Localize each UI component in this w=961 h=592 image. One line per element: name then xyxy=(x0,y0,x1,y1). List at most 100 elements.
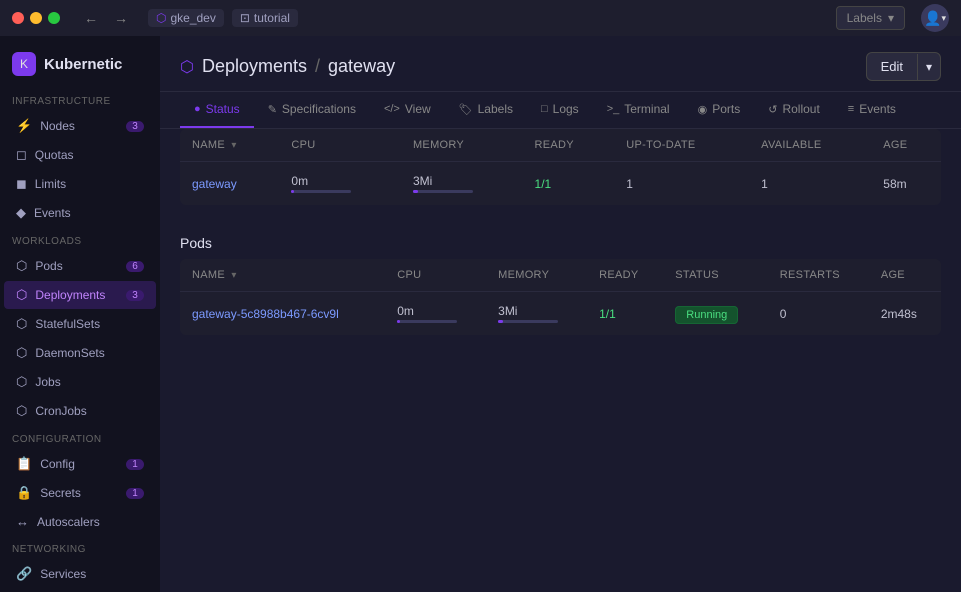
sidebar-item-services[interactable]: 🔗 Services xyxy=(4,560,156,588)
deployment-name-link[interactable]: gateway xyxy=(192,177,237,191)
tab-specifications[interactable]: ✎ Specifications xyxy=(254,92,370,128)
tab-rollout[interactable]: ↺ Rollout xyxy=(754,92,834,128)
col-available: AVAILABLE xyxy=(749,129,871,162)
labels-dropdown[interactable]: Labels ▾ xyxy=(836,6,905,30)
deployments-table-header: NAME ▾ CPU MEMORY READY UP-TO-DATE AVAIL… xyxy=(180,129,941,162)
deployment-name-cell: gateway xyxy=(180,162,279,206)
edit-dropdown-button[interactable]: ▾ xyxy=(917,54,940,80)
sidebar-item-events[interactable]: ◆ Events xyxy=(4,199,156,227)
secrets-icon: 🔒 xyxy=(16,485,32,501)
pod-table-row: gateway-5c8988b467-6cv9l 0m xyxy=(180,292,941,336)
labels-tab-icon: 🏷 xyxy=(459,103,473,116)
maximize-button[interactable] xyxy=(48,12,60,24)
pod-restarts-cell: 0 xyxy=(768,292,869,336)
pod-col-cpu: CPU xyxy=(385,259,486,292)
config-icon: 📋 xyxy=(16,456,32,472)
tab-view[interactable]: </> View xyxy=(370,92,445,128)
brand-icon: K xyxy=(12,52,36,76)
limits-icon: ◼ xyxy=(16,176,27,192)
config-badge: 1 xyxy=(126,459,144,470)
tab-status-label: Status xyxy=(206,102,240,116)
dropdown-arrow-icon: ▾ xyxy=(888,11,894,25)
deployment-uptd-cell: 1 xyxy=(614,162,749,206)
tab-status[interactable]: ● Status xyxy=(180,92,254,128)
breadcrumb-current: gateway xyxy=(328,56,395,77)
config-label: Config xyxy=(40,457,118,471)
limits-label: Limits xyxy=(35,177,144,191)
events-infra-label: Events xyxy=(34,206,144,220)
pod-memory-value: 3Mi xyxy=(498,304,575,318)
pod-memory-bar-fill xyxy=(498,320,503,323)
pod-col-age: AGE xyxy=(869,259,941,292)
breadcrumb: ⬡ Deployments / gateway xyxy=(180,56,395,77)
user-icon: 👤 xyxy=(924,10,941,27)
statefulsets-icon: ⬡ xyxy=(16,316,27,332)
close-button[interactable] xyxy=(12,12,24,24)
sidebar-item-cronjobs[interactable]: ⬡ CronJobs xyxy=(4,397,156,425)
tab-events-label: Events xyxy=(859,102,896,116)
tab-events[interactable]: ≡ Events xyxy=(834,92,910,128)
deployments-badge: 3 xyxy=(126,290,144,301)
user-dropdown-icon: ▾ xyxy=(941,13,946,24)
deployment-avail-cell: 1 xyxy=(749,162,871,206)
sidebar-item-deployments[interactable]: ⬡ Deployments 3 xyxy=(4,281,156,309)
sidebar-item-secrets[interactable]: 🔒 Secrets 1 xyxy=(4,479,156,507)
tab-ports[interactable]: ◉ Ports xyxy=(684,92,755,128)
gke-context-badge[interactable]: ⬡ gke_dev xyxy=(148,9,224,27)
status-badge: Running xyxy=(675,306,738,324)
edit-button[interactable]: Edit xyxy=(867,53,917,80)
daemonsets-label: DaemonSets xyxy=(35,346,144,360)
terminal-tab-icon: >_ xyxy=(607,103,620,115)
status-tab-icon: ● xyxy=(194,103,201,115)
section-infrastructure-label: Infrastructure xyxy=(0,88,160,111)
back-button[interactable]: ← xyxy=(80,8,102,28)
sidebar-item-statefulsets[interactable]: ⬡ StatefulSets xyxy=(4,310,156,338)
titlebar: ← → ⬡ gke_dev ⊡ tutorial Labels ▾ 👤 ▾ xyxy=(0,0,961,36)
ready-value: 1/1 xyxy=(535,177,552,191)
gke-icon: ⬡ xyxy=(156,11,166,25)
col-memory: MEMORY xyxy=(401,129,523,162)
tutorial-icon: ⊡ xyxy=(240,11,250,25)
memory-value: 3Mi xyxy=(413,174,511,188)
tab-terminal[interactable]: >_ Terminal xyxy=(593,92,684,128)
sidebar-item-pods[interactable]: ⬡ Pods 6 xyxy=(4,252,156,280)
jobs-label: Jobs xyxy=(35,375,144,389)
sidebar-item-nodes[interactable]: ⚡ Nodes 3 xyxy=(4,112,156,140)
sidebar-item-daemonsets[interactable]: ⬡ DaemonSets xyxy=(4,339,156,367)
col-cpu: CPU xyxy=(279,129,401,162)
pod-col-restarts: RESTARTS xyxy=(768,259,869,292)
minimize-button[interactable] xyxy=(30,12,42,24)
sidebar-item-limits[interactable]: ◼ Limits xyxy=(4,170,156,198)
sidebar-item-autoscalers[interactable]: ↔ Autoscalers xyxy=(4,508,156,535)
labels-placeholder: Labels xyxy=(847,11,882,25)
col-up-to-date: UP-TO-DATE xyxy=(614,129,749,162)
tab-logs[interactable]: □ Logs xyxy=(527,92,593,128)
pod-name-link[interactable]: gateway-5c8988b467-6cv9l xyxy=(192,307,339,321)
tutorial-label: tutorial xyxy=(254,11,290,25)
breadcrumb-parent[interactable]: Deployments xyxy=(202,56,307,77)
forward-button[interactable]: → xyxy=(110,8,132,28)
sidebar-item-quotas[interactable]: ◻ Quotas xyxy=(4,141,156,169)
pods-section: Pods NAME ▾ CPU MEMORY READY STATUS REST… xyxy=(160,221,961,351)
content-header: ⬡ Deployments / gateway Edit ▾ xyxy=(160,36,961,92)
user-avatar[interactable]: 👤 ▾ xyxy=(921,4,949,32)
sidebar-item-jobs[interactable]: ⬡ Jobs xyxy=(4,368,156,396)
pod-name-cell: gateway-5c8988b467-6cv9l xyxy=(180,292,385,336)
nodes-label: Nodes xyxy=(40,119,118,133)
tutorial-badge[interactable]: ⊡ tutorial xyxy=(232,9,298,27)
specifications-tab-icon: ✎ xyxy=(268,103,277,116)
pods-icon: ⬡ xyxy=(16,258,27,274)
sidebar-item-config[interactable]: 📋 Config 1 xyxy=(4,450,156,478)
pods-badge: 6 xyxy=(126,261,144,272)
col-name[interactable]: NAME ▾ xyxy=(180,129,279,162)
pod-memory-mini-bar xyxy=(498,320,558,323)
autoscalers-label: Autoscalers xyxy=(37,515,144,529)
navigation-arrows: ← → xyxy=(80,8,132,28)
pod-age-cell: 2m48s xyxy=(869,292,941,336)
main-layout: K Kubernetic Infrastructure ⚡ Nodes 3 ◻ … xyxy=(0,36,961,592)
pod-cpu-cell: 0m xyxy=(385,292,486,336)
cronjobs-label: CronJobs xyxy=(35,404,144,418)
pod-col-name[interactable]: NAME ▾ xyxy=(180,259,385,292)
tab-labels[interactable]: 🏷 Labels xyxy=(445,92,527,128)
edit-button-group: Edit ▾ xyxy=(866,52,941,81)
